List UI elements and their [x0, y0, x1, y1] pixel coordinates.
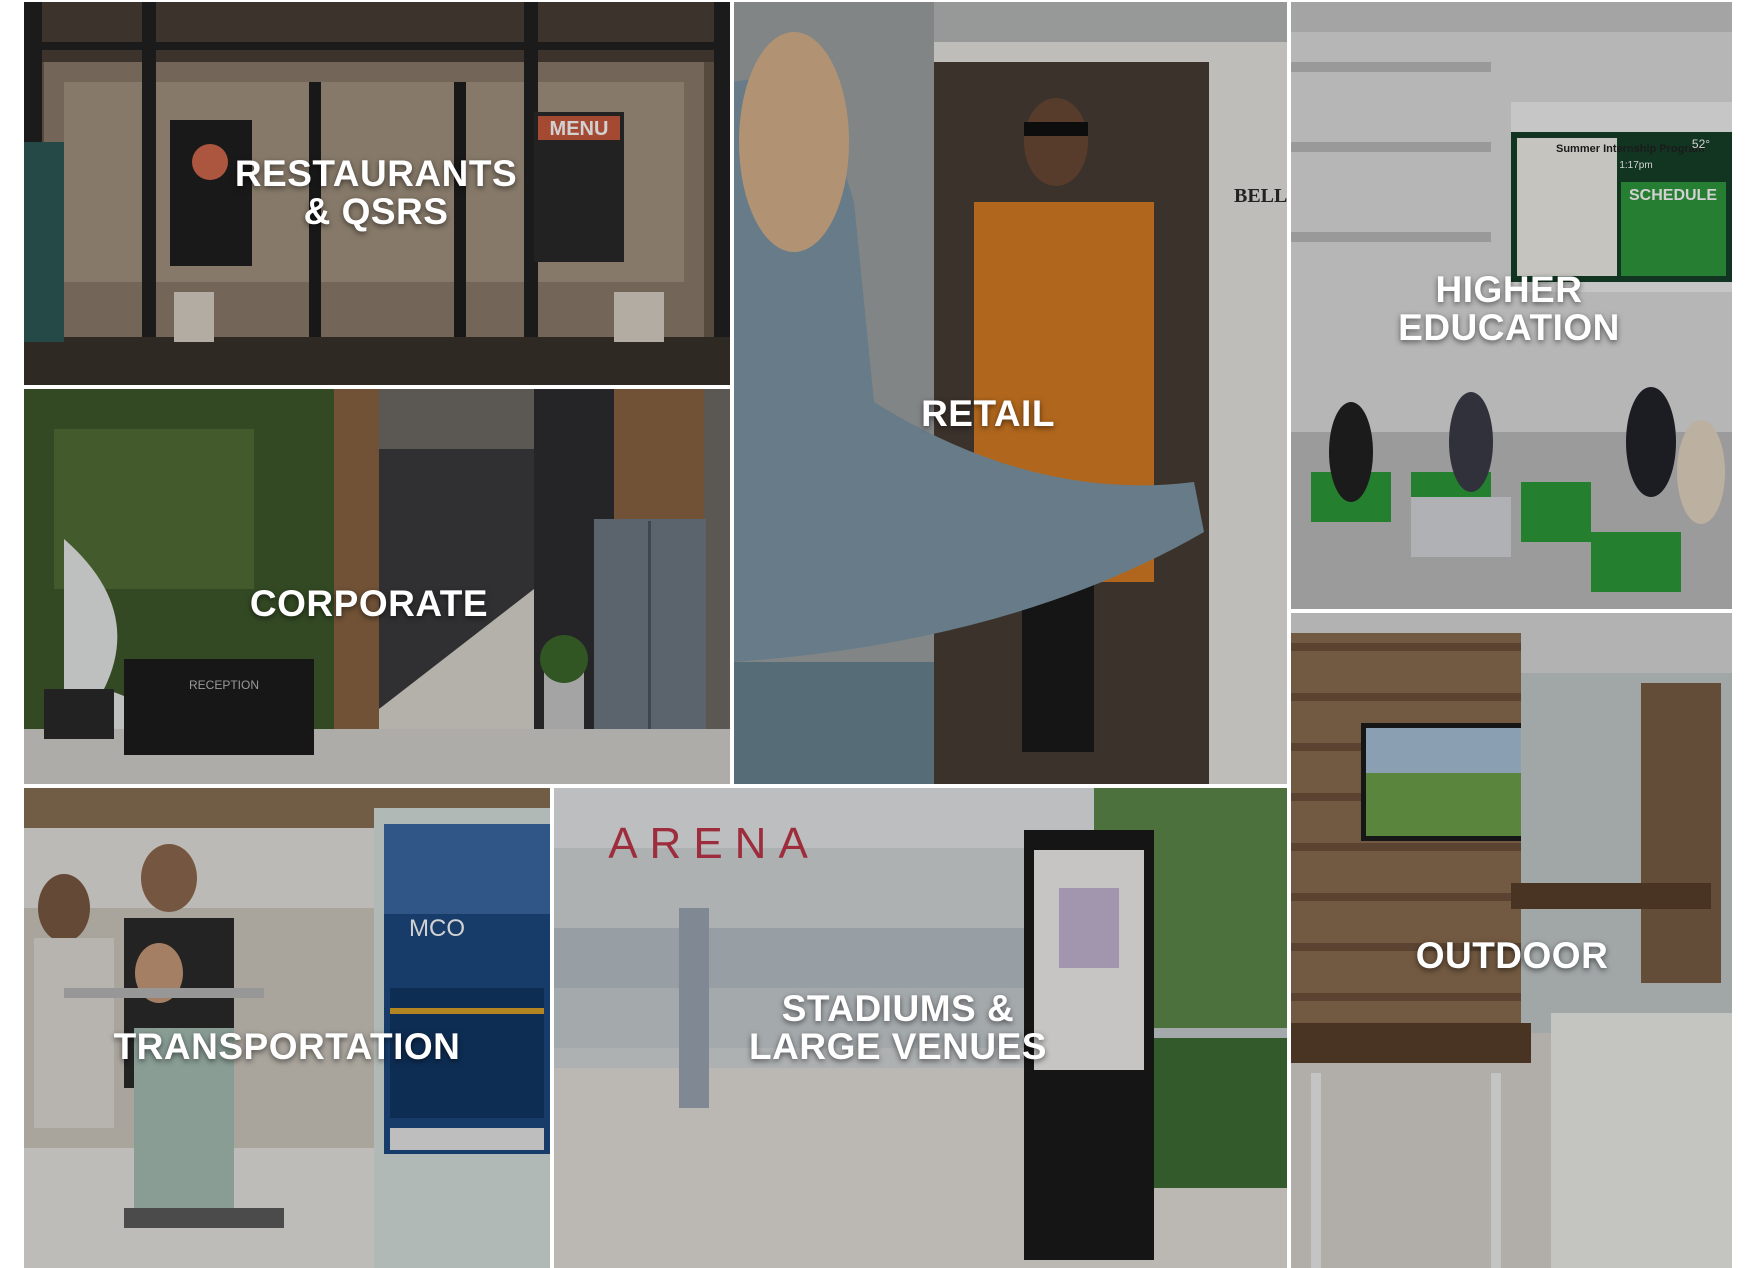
tile-outdoor[interactable]: OUTDOOR [1291, 613, 1732, 1268]
tile-label-corporate: CORPORATE [250, 547, 488, 623]
tile-label-retail: RETAIL [921, 357, 1055, 433]
tile-label-line1: RETAIL [921, 393, 1055, 434]
tile-label-higher-education: HIGHER EDUCATION [1398, 233, 1620, 385]
tile-label-line2: LARGE VENUES [749, 1026, 1047, 1067]
tile-retail[interactable]: BELL FALL SPICE RETAIL [734, 2, 1287, 784]
tile-label-line2: & QSRs [303, 191, 449, 232]
tile-stadiums[interactable]: ARENA STADIUMS & LARGE VENUES [554, 788, 1287, 1268]
tile-higher-education[interactable]: Summer Internship Program SCHEDULE 52° 1… [1291, 2, 1732, 609]
tile-label-line1: TRANSPORTATION [113, 1026, 461, 1067]
tile-restaurants[interactable]: MENU RESTAURANTS & QSRs [24, 2, 730, 385]
tile-corporate[interactable]: RECEPTION CORPORATE [24, 389, 730, 784]
tile-label-line1: RESTAURANTS [234, 153, 518, 194]
industries-grid: MENU RESTAURANTS & QSRs [0, 0, 1762, 1268]
tile-label-line1: CORPORATE [249, 583, 489, 624]
tile-label-transportation: TRANSPORTATION [114, 990, 461, 1066]
tile-label-line1: OUTDOOR [1415, 935, 1609, 976]
tile-label-line1: STADIUMS & [781, 988, 1015, 1029]
tile-label-line2: EDUCATION [1398, 307, 1620, 348]
tile-label-outdoor: OUTDOOR [1416, 899, 1609, 975]
tile-label-restaurants: RESTAURANTS & QSRs [235, 117, 517, 269]
tile-label-line1: HIGHER [1435, 269, 1583, 310]
tile-transportation[interactable]: MCO TRANSPORTATION [24, 788, 550, 1268]
tile-label-stadiums: STADIUMS & LARGE VENUES [749, 952, 1047, 1104]
